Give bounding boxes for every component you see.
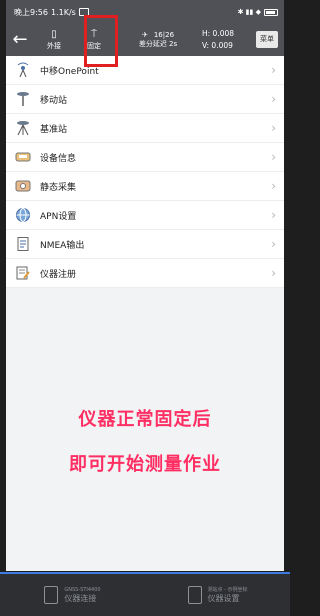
list-item-nmea[interactable]: NMEA输出 › xyxy=(6,230,284,259)
status-time: 晚上9:56 xyxy=(14,7,48,17)
overlay-caption-line1: 仪器正常固定后 xyxy=(78,409,212,430)
status-icons: ✱ ▮▮ ◆ xyxy=(237,8,261,16)
station-name: 测站点 - 示例坐标 xyxy=(207,587,248,593)
chevron-right-icon: › xyxy=(271,92,276,106)
static-collect-icon xyxy=(14,177,32,195)
diff-delay: 差分延迟 2s xyxy=(138,40,178,48)
highlight-box xyxy=(84,15,118,67)
list-item-apn[interactable]: APN设置 › xyxy=(6,201,284,230)
external-label: 外接 xyxy=(47,42,61,50)
arrow-left-icon: ← xyxy=(12,29,28,50)
menu-button[interactable]: 菜单 xyxy=(256,31,278,48)
phone-icon: ▯ xyxy=(51,29,57,40)
list-item-label: APN设置 xyxy=(40,211,77,222)
bottom-bar: GNSS-STI4400 仪器连接 测站点 - 示例坐标 仪器设置 xyxy=(0,572,290,616)
chevron-right-icon: › xyxy=(271,266,276,280)
settings-list: 中移OnePoint › 移动站 › 基准站 › 设备信息 › 静态采集 › A… xyxy=(6,56,284,288)
antenna-icon xyxy=(14,61,32,79)
device-icon xyxy=(187,586,202,604)
instrument-connect-tab[interactable]: GNSS-STI4400 仪器连接 xyxy=(0,574,145,616)
list-item-register[interactable]: 仪器注册 › xyxy=(6,259,284,288)
battery-icon xyxy=(264,8,278,16)
status-bar: 晚上9:56 1.1K/s ✱ ▮▮ ◆ xyxy=(6,0,284,24)
instrument-settings-label: 仪器设置 xyxy=(207,594,240,603)
overlay-caption-line2: 即可开始测量作业 xyxy=(69,454,221,475)
device-info-icon xyxy=(14,148,32,166)
list-item-label: 仪器注册 xyxy=(40,269,77,280)
globe-icon xyxy=(14,206,32,224)
list-item-label: 静态采集 xyxy=(40,182,77,193)
app-screen: 晚上9:56 1.1K/s ✱ ▮▮ ◆ ← ▯ 外接 ⍑ 固定 ✈ 16|26… xyxy=(6,0,284,571)
rover-icon xyxy=(14,90,32,108)
chevron-right-icon: › xyxy=(271,237,276,251)
base-station-icon xyxy=(14,119,32,137)
satellite-count: 16|26 xyxy=(153,31,175,39)
chevron-right-icon: › xyxy=(271,121,276,135)
satellite-status[interactable]: ✈ 16|26 差分延迟 2s xyxy=(128,31,188,49)
list-item-label: NMEA输出 xyxy=(40,240,85,251)
instrument-connect-label: 仪器连接 xyxy=(64,593,97,603)
v-precision: V: 0.009 xyxy=(202,41,233,50)
register-icon xyxy=(14,264,32,282)
status-speed: 1.1K/s xyxy=(50,7,76,17)
list-item-label: 移动站 xyxy=(40,95,68,106)
h-precision: H: 0.008 xyxy=(202,29,235,38)
instrument-settings-tab[interactable]: 测站点 - 示例坐标 仪器设置 xyxy=(145,574,290,616)
list-item-label: 设备信息 xyxy=(40,153,77,164)
top-toolbar: ← ▯ 外接 ⍑ 固定 ✈ 16|26 差分延迟 2s H: 0.008 V: … xyxy=(6,24,284,56)
chevron-right-icon: › xyxy=(271,179,276,193)
list-item-rover[interactable]: 移动站 › xyxy=(6,85,284,114)
chevron-right-icon: › xyxy=(271,63,276,77)
satellite-icon: ✈ xyxy=(141,31,148,39)
precision-readout: H: 0.008 V: 0.009 xyxy=(202,28,234,52)
document-icon xyxy=(14,235,32,253)
list-item-label: 基准站 xyxy=(40,124,68,135)
list-item-static-collect[interactable]: 静态采集 › xyxy=(6,172,284,201)
chevron-right-icon: › xyxy=(271,150,276,164)
phone-icon xyxy=(44,586,59,604)
list-item-onepoint[interactable]: 中移OnePoint › xyxy=(6,56,284,85)
list-item-device-info[interactable]: 设备信息 › xyxy=(6,143,284,172)
chevron-right-icon: › xyxy=(271,208,276,222)
external-button[interactable]: ▯ 外接 xyxy=(34,24,74,56)
back-button[interactable]: ← xyxy=(6,24,34,56)
list-item-base-station[interactable]: 基准站 › xyxy=(6,114,284,143)
